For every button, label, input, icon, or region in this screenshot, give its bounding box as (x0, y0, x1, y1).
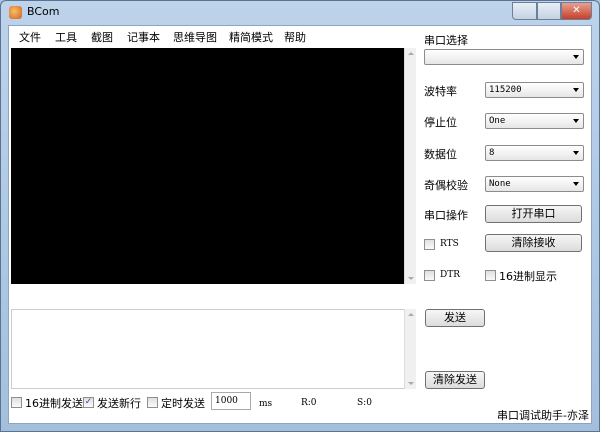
data-bits-select[interactable]: 8 (485, 145, 584, 161)
open-port-button[interactable]: 打开串口 (485, 205, 582, 223)
send-scrollbar[interactable] (404, 309, 416, 389)
receive-count: R:0 (301, 398, 317, 408)
data-bits-label: 数据位 (424, 148, 457, 161)
close-button[interactable]: ✕ (561, 2, 592, 20)
interval-unit: ms (259, 399, 273, 409)
menu-file[interactable]: 文件 (19, 29, 41, 45)
menu-mindmap[interactable]: 思维导图 (173, 29, 217, 45)
timed-send-label: 定时发送 (161, 397, 205, 410)
menu-screenshot[interactable]: 截图 (91, 29, 113, 45)
hex-display-label: 16进制显示 (499, 270, 557, 283)
rts-label: RTS (440, 239, 459, 249)
timed-send-checkbox[interactable] (147, 397, 158, 408)
menu-tools[interactable]: 工具 (55, 29, 77, 45)
newline-checkbox[interactable]: ✓ (83, 397, 94, 408)
port-select[interactable] (424, 49, 584, 65)
maximize-button[interactable] (537, 2, 561, 20)
hex-send-checkbox[interactable] (11, 397, 22, 408)
footer-text: 串口调试助手-亦泽 (497, 409, 589, 422)
send-input[interactable] (11, 309, 406, 389)
receive-area[interactable] (11, 48, 406, 284)
window-title: BCom (27, 5, 60, 18)
stop-bits-select[interactable]: One (485, 113, 584, 129)
minimize-button[interactable] (512, 2, 537, 20)
port-label: 串口选择 (424, 34, 468, 47)
interval-input[interactable]: 1000 (211, 392, 251, 410)
client-area: 文件 工具 截图 记事本 思维导图 精简模式 帮助 串口选择 波特率 11520… (8, 25, 592, 424)
rts-checkbox[interactable] (424, 239, 435, 250)
baud-select[interactable]: 115200 (485, 82, 584, 98)
send-count: S:0 (357, 398, 372, 408)
app-icon (9, 6, 22, 19)
baud-label: 波特率 (424, 85, 457, 98)
stop-bits-label: 停止位 (424, 116, 457, 129)
clear-send-button[interactable]: 清除发送 (425, 371, 485, 389)
menu-notepad[interactable]: 记事本 (127, 29, 160, 45)
send-button[interactable]: 发送 (425, 309, 485, 327)
hex-send-label: 16进制发送 (25, 397, 83, 410)
newline-label: 发送新行 (97, 397, 141, 410)
receive-scrollbar[interactable] (404, 48, 416, 284)
hex-display-checkbox[interactable] (485, 270, 496, 281)
dtr-label: DTR (440, 270, 460, 280)
clear-receive-button[interactable]: 清除接收 (485, 234, 582, 252)
menu-help[interactable]: 帮助 (284, 29, 306, 45)
port-op-label: 串口操作 (424, 209, 468, 222)
parity-label: 奇偶校验 (424, 179, 468, 192)
dtr-checkbox[interactable] (424, 270, 435, 281)
parity-select[interactable]: None (485, 176, 584, 192)
menu-simple-mode[interactable]: 精简模式 (229, 29, 273, 45)
